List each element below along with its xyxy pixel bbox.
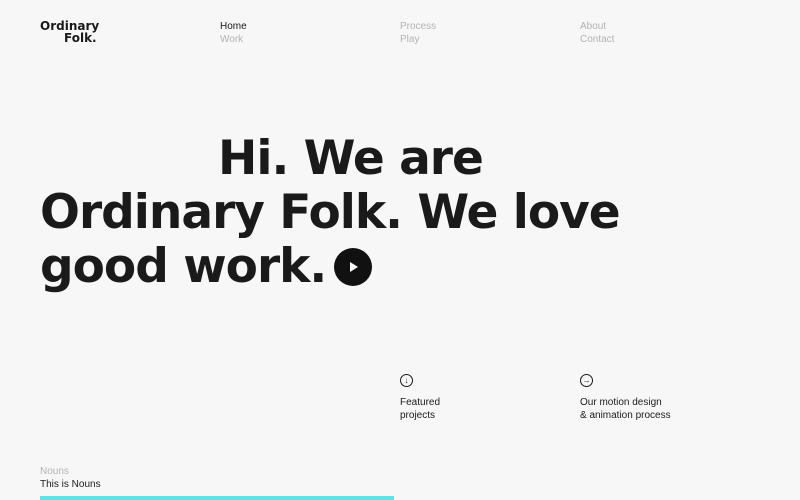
process-label: Our motion design & animation process — [580, 396, 690, 422]
nav-column-3: About Contact — [580, 20, 614, 46]
play-reel-button[interactable] — [334, 247, 373, 286]
process-line-2: & animation process — [580, 410, 671, 421]
process-line-1: Our motion design — [580, 397, 662, 408]
nav-contact[interactable]: Contact — [580, 33, 614, 46]
featured-projects-label: Featured projects — [400, 396, 510, 422]
hero-line-1: Hi. We are — [218, 131, 484, 186]
featured-line-1: Featured — [400, 397, 441, 408]
nav-process[interactable]: Process — [400, 20, 436, 33]
project-title[interactable]: This is Nouns — [40, 478, 101, 491]
logo-line-2: Folk. — [64, 31, 97, 45]
nav-play[interactable]: Play — [400, 33, 436, 46]
project-accent-bar — [40, 496, 394, 500]
nav-home[interactable]: Home — [220, 20, 247, 33]
logo[interactable]: Ordinary Folk. — [40, 20, 99, 44]
arrow-right-circle-icon: → — [580, 374, 593, 387]
featured-line-2: projects — [400, 410, 436, 421]
hero-line-3: good work. — [40, 240, 760, 294]
nav-column-1: Home Work — [220, 20, 247, 46]
process-link[interactable]: → Our motion design & animation process — [580, 374, 690, 422]
featured-projects-link[interactable]: ↓ Featured projects — [400, 374, 510, 422]
hero-heading: Hi. We are Ordinary Folk. We love good w… — [40, 132, 760, 294]
nav-about[interactable]: About — [580, 20, 614, 33]
nav-work[interactable]: Work — [220, 33, 247, 46]
arrow-down-circle-icon: ↓ — [400, 374, 413, 387]
hero-line-2: Ordinary Folk. We love — [40, 185, 621, 240]
project-category: Nouns — [40, 466, 69, 477]
nav-column-2: Process Play — [400, 20, 436, 46]
hero-line-3-text: good work. — [40, 239, 327, 294]
page: Ordinary Folk. Home Work Process Play Ab… — [0, 0, 800, 500]
